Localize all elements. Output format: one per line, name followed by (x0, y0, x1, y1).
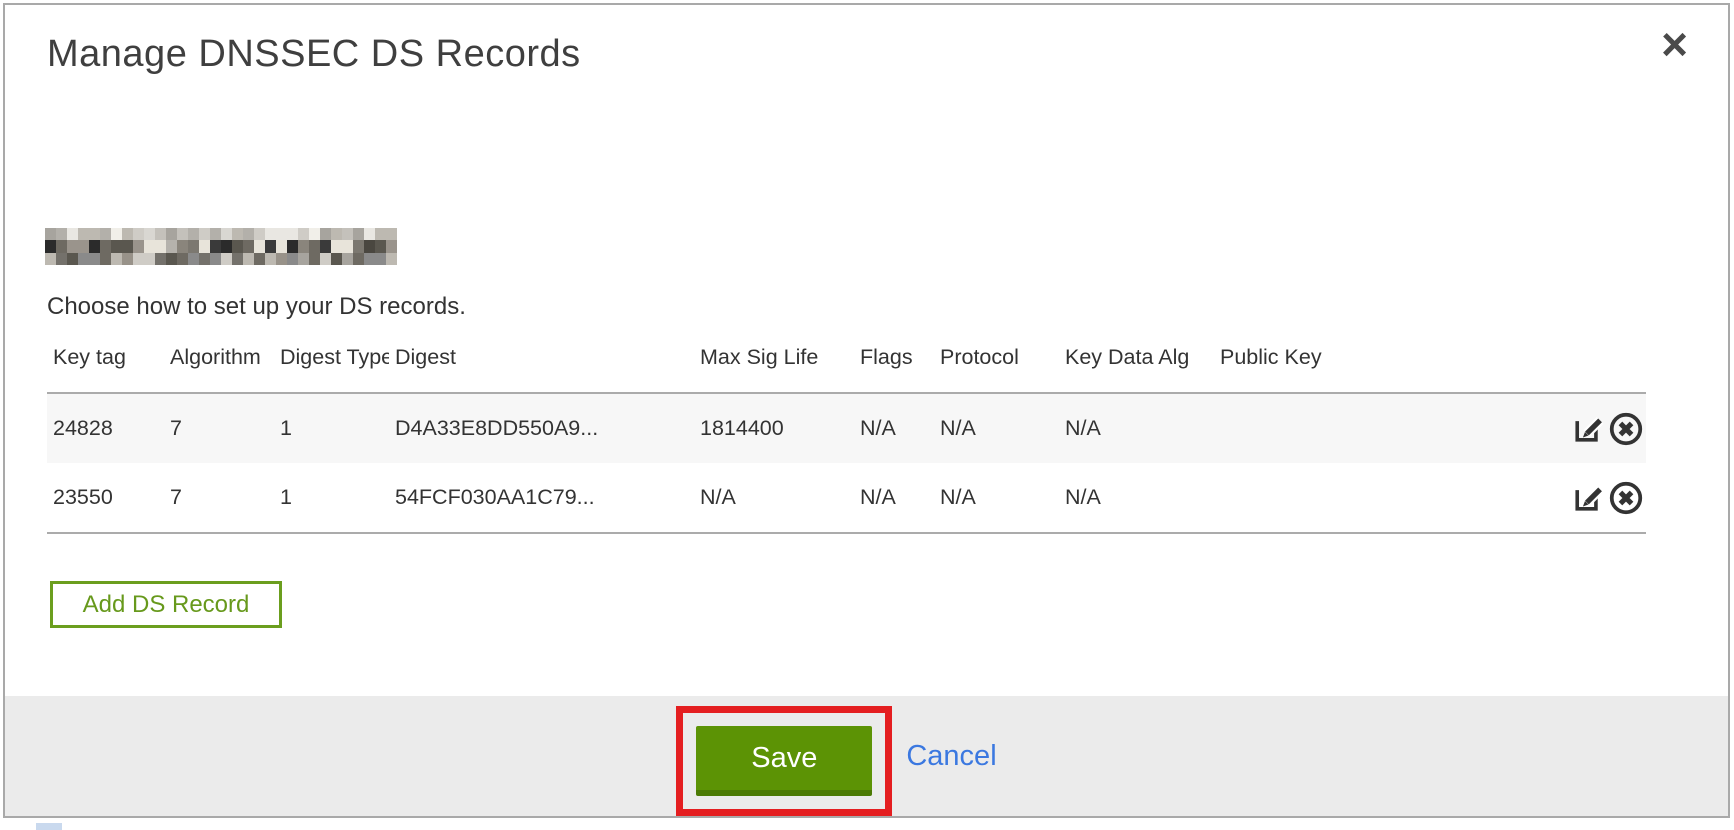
delete-icon[interactable] (1608, 480, 1644, 516)
column-header-max-sig-life: Max Sig Life (694, 335, 854, 393)
dialog-title: Manage DNSSEC DS Records (47, 33, 581, 76)
table-row: 235507154FCF030AA1C79...N/AN/AN/AN/A (47, 463, 1646, 533)
annotation-highlight-rectangle: Save (676, 706, 892, 816)
column-header-digest: Digest (389, 335, 694, 393)
column-header-protocol: Protocol (934, 335, 1059, 393)
column-header-key-data-alg: Key Data Alg (1059, 335, 1214, 393)
table-cell: 1814400 (694, 393, 854, 463)
close-icon[interactable]: × (1661, 21, 1688, 67)
table-cell: 23550 (47, 463, 164, 533)
column-header-digest-type: Digest Type (274, 335, 389, 393)
table-cell: N/A (854, 463, 934, 533)
table-cell: 54FCF030AA1C79... (389, 463, 694, 533)
background-page-artifact (36, 823, 62, 830)
table-header-row: Key tagAlgorithmDigest TypeDigestMax Sig… (47, 335, 1646, 393)
row-actions (1496, 463, 1646, 533)
table-cell: D4A33E8DD550A9... (389, 393, 694, 463)
edit-icon[interactable] (1571, 480, 1607, 516)
table-cell: N/A (1059, 393, 1214, 463)
table-cell (1214, 463, 1496, 533)
ds-records-body: 2482871D4A33E8DD550A9...1814400N/AN/AN/A… (47, 393, 1646, 533)
edit-icon[interactable] (1571, 411, 1607, 447)
save-button[interactable]: Save (696, 726, 872, 796)
redacted-domain-name (45, 228, 397, 265)
table-cell: 7 (164, 463, 274, 533)
column-header-flags: Flags (854, 335, 934, 393)
instruction-text: Choose how to set up your DS records. (47, 293, 466, 321)
table-cell: N/A (1059, 463, 1214, 533)
table-cell: N/A (694, 463, 854, 533)
ds-records-table: Key tagAlgorithmDigest TypeDigestMax Sig… (47, 335, 1646, 534)
manage-dnssec-dialog: Manage DNSSEC DS Records × Choose how to… (3, 3, 1730, 818)
delete-icon[interactable] (1608, 411, 1644, 447)
dialog-footer: Save Cancel (5, 696, 1728, 816)
table-cell: 7 (164, 393, 274, 463)
table-cell: N/A (934, 463, 1059, 533)
column-header-key-tag: Key tag (47, 335, 164, 393)
table-cell (1214, 393, 1496, 463)
table-cell: 24828 (47, 393, 164, 463)
table-cell: N/A (934, 393, 1059, 463)
cancel-link[interactable]: Cancel (906, 740, 996, 773)
table-cell: 1 (274, 463, 389, 533)
column-header-public-key: Public Key (1214, 335, 1496, 393)
table-cell: 1 (274, 393, 389, 463)
table-row: 2482871D4A33E8DD550A9...1814400N/AN/AN/A (47, 393, 1646, 463)
row-actions (1496, 393, 1646, 463)
add-ds-record-button[interactable]: Add DS Record (50, 581, 282, 628)
table-cell: N/A (854, 393, 934, 463)
column-header-algorithm: Algorithm (164, 335, 274, 393)
